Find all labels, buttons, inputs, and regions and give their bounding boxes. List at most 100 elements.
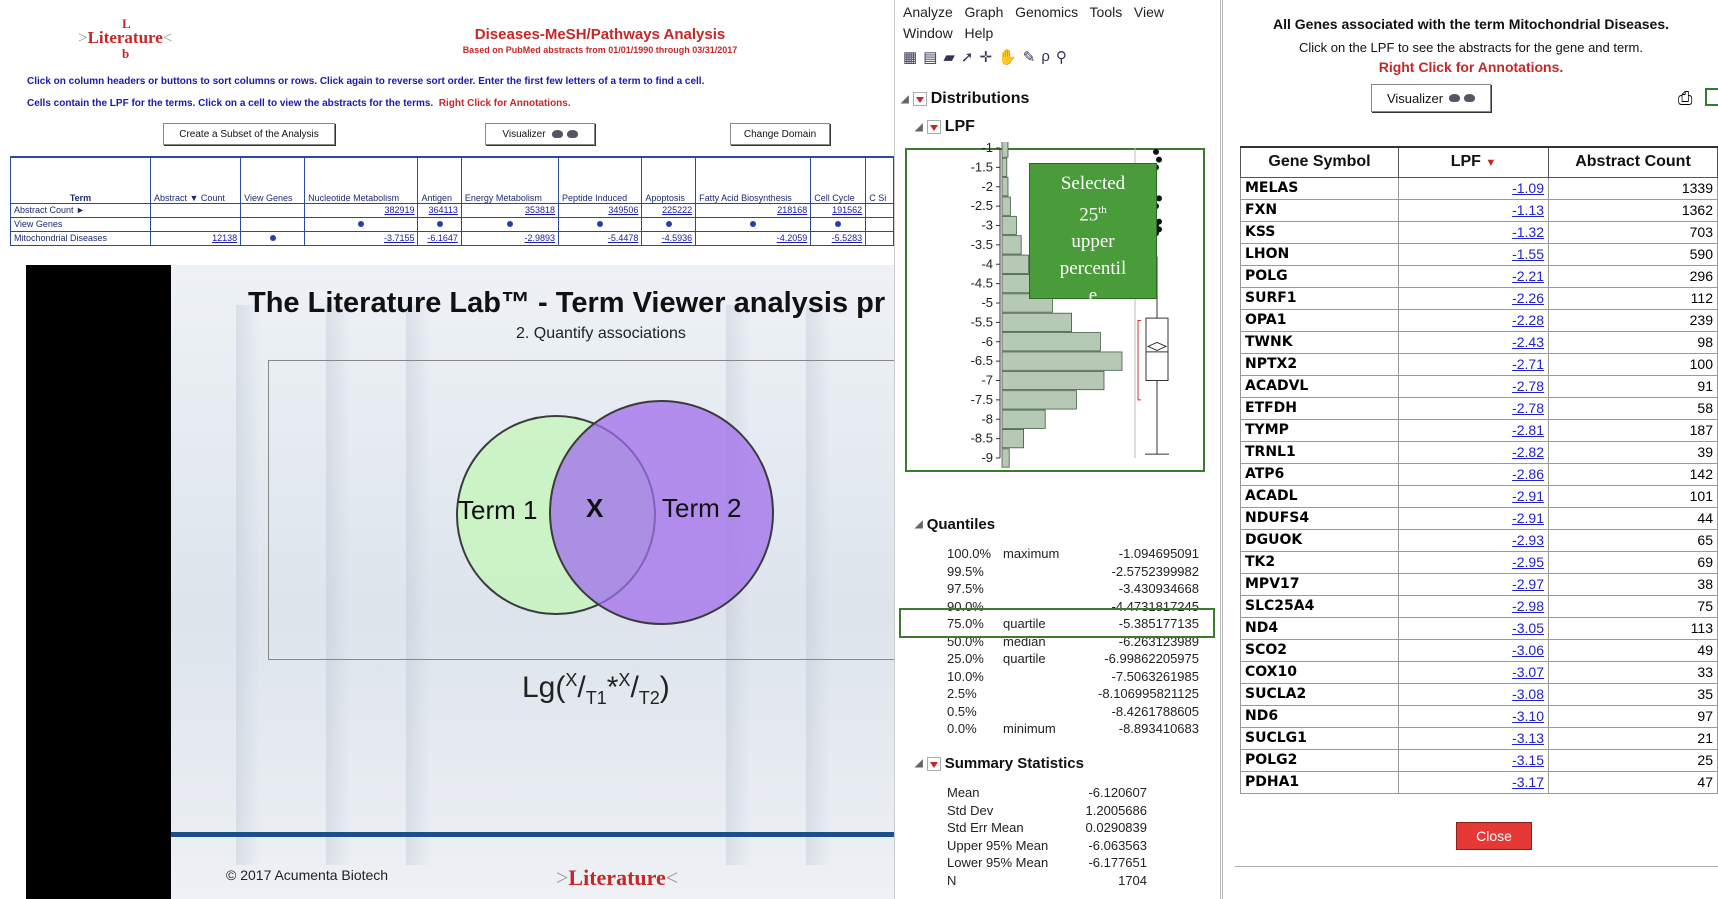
- row-label[interactable]: Mitochondrial Diseases: [10, 230, 151, 246]
- table-cell[interactable]: -4.5936: [641, 230, 697, 246]
- col-header[interactable]: Fatty Acid Biosynthesis: [695, 156, 812, 204]
- brush-icon[interactable]: ✎: [1023, 48, 1036, 66]
- disclosure-icon[interactable]: ◢: [915, 758, 923, 769]
- arrow-select-icon[interactable]: ➚: [961, 48, 974, 66]
- outlier-point[interactable]: [1153, 148, 1159, 155]
- col-header[interactable]: Peptide Induced: [558, 156, 643, 204]
- table-cell[interactable]: 12138: [149, 230, 242, 246]
- lpf-link[interactable]: -2.26: [1398, 286, 1549, 310]
- histogram-bar[interactable]: [1001, 390, 1077, 410]
- lpf-link[interactable]: -3.15: [1398, 748, 1549, 772]
- table-cell[interactable]: 382919: [304, 202, 419, 218]
- menu-view[interactable]: View: [1134, 4, 1164, 20]
- outlier-point[interactable]: [1156, 156, 1162, 163]
- table-cell[interactable]: 225222: [641, 202, 697, 218]
- lpf-link[interactable]: -2.86: [1398, 462, 1549, 486]
- lpf-link[interactable]: -1.55: [1398, 242, 1549, 266]
- lpf-link[interactable]: -2.82: [1398, 440, 1549, 464]
- table-cell[interactable]: -6.1647: [417, 230, 462, 246]
- menu-help[interactable]: Help: [964, 25, 993, 41]
- menu-window[interactable]: Window: [903, 25, 953, 41]
- col-header[interactable]: Nucleotide Metabolism: [304, 156, 419, 204]
- view-genes-dot-icon[interactable]: [558, 216, 643, 232]
- visualizer-button[interactable]: Visualizer: [1371, 84, 1491, 112]
- histogram-bar[interactable]: [1001, 142, 1009, 158]
- view-genes-dot-icon[interactable]: [304, 216, 419, 232]
- histogram-bar[interactable]: [1001, 215, 1017, 236]
- col-header[interactable]: Antigen: [417, 156, 462, 204]
- menu-tools[interactable]: Tools: [1090, 4, 1123, 20]
- hand-icon[interactable]: ✋: [998, 48, 1017, 66]
- lpf-link[interactable]: -2.78: [1398, 396, 1549, 420]
- menu-analyze[interactable]: Analyze: [903, 4, 953, 20]
- lpf-link[interactable]: -3.17: [1398, 770, 1549, 794]
- col-header[interactable]: Abstract ▼ Count: [149, 156, 242, 204]
- table-cell[interactable]: 353818: [460, 202, 560, 218]
- red-triangle-menu-icon[interactable]: [912, 92, 927, 106]
- col-lpf[interactable]: LPF ▼: [1398, 146, 1549, 178]
- new-table-icon[interactable]: ▦: [903, 48, 917, 66]
- row-label[interactable]: Abstract Count ►: [10, 202, 151, 218]
- col-header[interactable]: Apoptosis: [641, 156, 697, 204]
- menu-graph[interactable]: Graph: [964, 4, 1003, 20]
- disclosure-icon[interactable]: ◢: [901, 94, 909, 105]
- printer-icon[interactable]: ⎙: [1678, 88, 1692, 109]
- col-header[interactable]: Cell Cycle: [810, 156, 867, 204]
- disclosure-icon[interactable]: ◢: [915, 519, 923, 530]
- quantiles-header[interactable]: ◢ Quantiles: [915, 516, 995, 533]
- histogram-bar[interactable]: [1001, 196, 1011, 216]
- histogram-bar[interactable]: [1001, 177, 1009, 197]
- table-cell[interactable]: 218168: [695, 202, 812, 218]
- lpf-link[interactable]: -2.98: [1398, 594, 1549, 618]
- histogram-bar[interactable]: [1001, 370, 1105, 391]
- table-cell[interactable]: 364113: [417, 202, 462, 218]
- excel-export-icon[interactable]: [1705, 88, 1718, 106]
- red-triangle-menu-icon[interactable]: [926, 120, 941, 134]
- histogram-bar[interactable]: [1001, 312, 1072, 332]
- summary-statistics-header[interactable]: ◢ Summary Statistics: [915, 755, 1084, 772]
- lpf-link[interactable]: -2.71: [1398, 352, 1549, 376]
- menu-genomics[interactable]: Genomics: [1015, 4, 1078, 20]
- histogram-bar[interactable]: [1001, 254, 1029, 274]
- lpf-link[interactable]: -3.08: [1398, 682, 1549, 706]
- lpf-link[interactable]: -2.91: [1398, 484, 1549, 508]
- red-triangle-menu-icon[interactable]: [926, 756, 941, 771]
- histogram-bar[interactable]: [1001, 235, 1022, 255]
- boxplot-box[interactable]: [1145, 317, 1169, 382]
- col-abstract-count[interactable]: Abstract Count: [1548, 146, 1718, 178]
- table-cell[interactable]: -4.2059: [695, 230, 812, 246]
- create-subset-button[interactable]: Create a Subset of the Analysis: [163, 123, 335, 145]
- col-header[interactable]: Energy Metabolism: [460, 156, 560, 204]
- view-genes-dot-icon[interactable]: [695, 216, 812, 232]
- view-genes-dot-icon[interactable]: [641, 216, 697, 232]
- lpf-link[interactable]: -2.93: [1398, 528, 1549, 552]
- view-genes-dot-icon[interactable]: [417, 216, 462, 232]
- histogram-bar[interactable]: [1001, 409, 1046, 429]
- lpf-link[interactable]: -3.07: [1398, 660, 1549, 684]
- distributions-header[interactable]: ◢ Distributions: [901, 90, 1029, 108]
- lpf-link[interactable]: -2.78: [1398, 374, 1549, 398]
- lpf-link[interactable]: -2.43: [1398, 330, 1549, 354]
- col-header[interactable]: C Si: [865, 156, 894, 204]
- histogram-bar[interactable]: [1001, 351, 1123, 371]
- lpf-link[interactable]: -1.32: [1398, 220, 1549, 244]
- lpf-link[interactable]: -2.97: [1398, 572, 1549, 596]
- table-cell[interactable]: -2.9893: [460, 230, 560, 246]
- lpf-link[interactable]: -3.13: [1398, 726, 1549, 750]
- close-button[interactable]: Close: [1456, 822, 1532, 850]
- lpf-link[interactable]: -2.91: [1398, 506, 1549, 530]
- table-cell[interactable]: -5.5283: [810, 230, 867, 246]
- table-cell[interactable]: -3.7155: [304, 230, 419, 246]
- new-script-icon[interactable]: ▤: [923, 48, 937, 66]
- lpf-link[interactable]: -3.10: [1398, 704, 1549, 728]
- lpf-link[interactable]: -2.95: [1398, 550, 1549, 574]
- col-term[interactable]: Term: [10, 156, 151, 204]
- histogram-bar[interactable]: [1001, 157, 1008, 177]
- visualizer-button[interactable]: Visualizer: [485, 123, 595, 145]
- view-genes-dot-icon[interactable]: [810, 216, 867, 232]
- open-folder-icon[interactable]: ▰: [943, 48, 955, 66]
- lpf-link[interactable]: -2.81: [1398, 418, 1549, 442]
- disclosure-icon[interactable]: ◢: [915, 122, 923, 133]
- histogram-bar[interactable]: [1001, 448, 1010, 468]
- lpf-link[interactable]: -3.06: [1398, 638, 1549, 662]
